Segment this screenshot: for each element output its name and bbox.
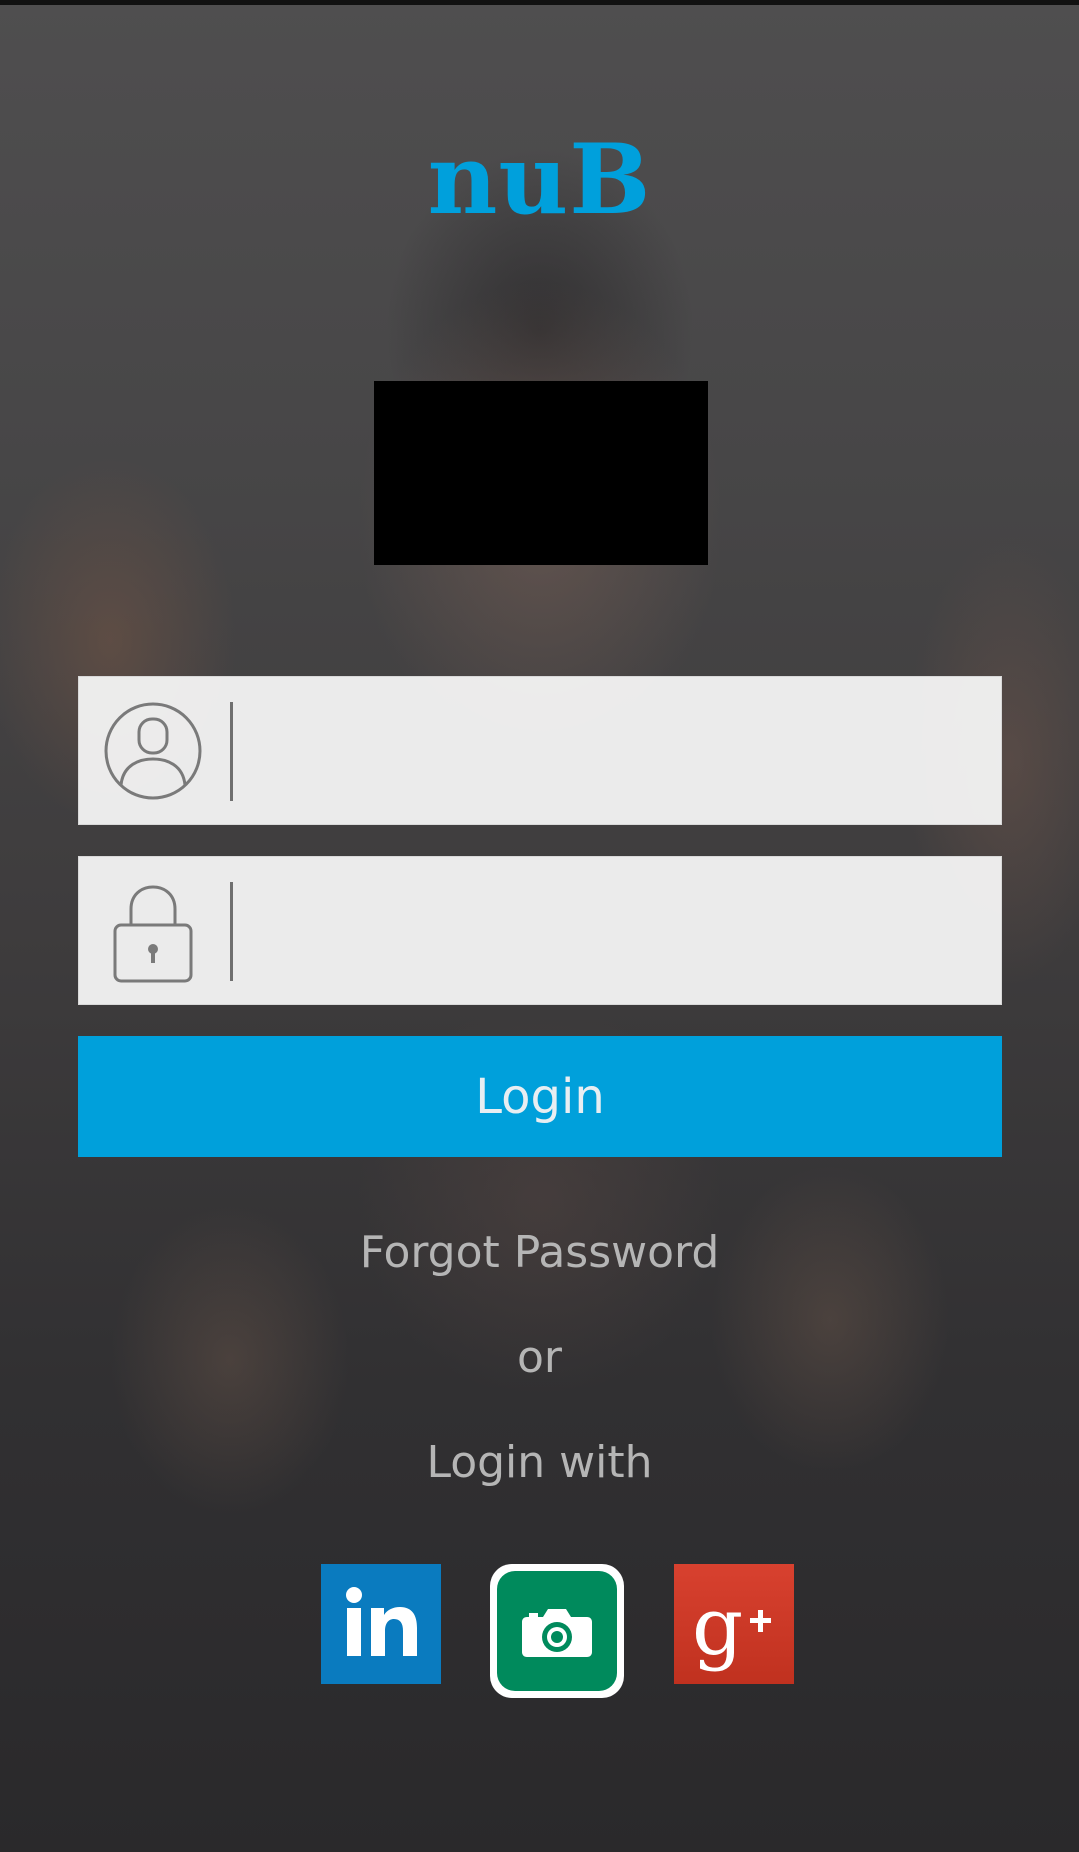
- redacted-logo: [374, 381, 708, 565]
- login-button[interactable]: Login: [78, 1036, 1002, 1157]
- password-input[interactable]: [249, 877, 983, 987]
- login-screen: nuB Login Forgot Password or Login with …: [0, 0, 1079, 1852]
- camera-login-button[interactable]: [490, 1564, 624, 1698]
- user-avatar-icon: [101, 699, 205, 803]
- or-separator: or: [516, 1332, 562, 1383]
- linkedin-icon: [346, 1587, 417, 1656]
- app-title: nuB: [427, 123, 652, 236]
- username-field[interactable]: [78, 676, 1002, 825]
- login-with-label: Login with: [426, 1437, 653, 1488]
- camera-icon: [522, 1609, 592, 1657]
- camera-button-face: [497, 1571, 617, 1691]
- linkedin-login-button[interactable]: [321, 1564, 441, 1684]
- status-bar: [0, 0, 1079, 5]
- password-field[interactable]: [78, 856, 1002, 1005]
- field-divider: [230, 882, 233, 981]
- padlock-icon: [101, 879, 205, 983]
- google-plus-login-button[interactable]: g: [674, 1564, 794, 1684]
- svg-text:g: g: [692, 1580, 743, 1673]
- forgot-password-link[interactable]: Forgot Password: [0, 1223, 1079, 1283]
- username-input[interactable]: [249, 697, 983, 807]
- field-divider: [230, 702, 233, 801]
- google-plus-icon: g: [692, 1580, 771, 1673]
